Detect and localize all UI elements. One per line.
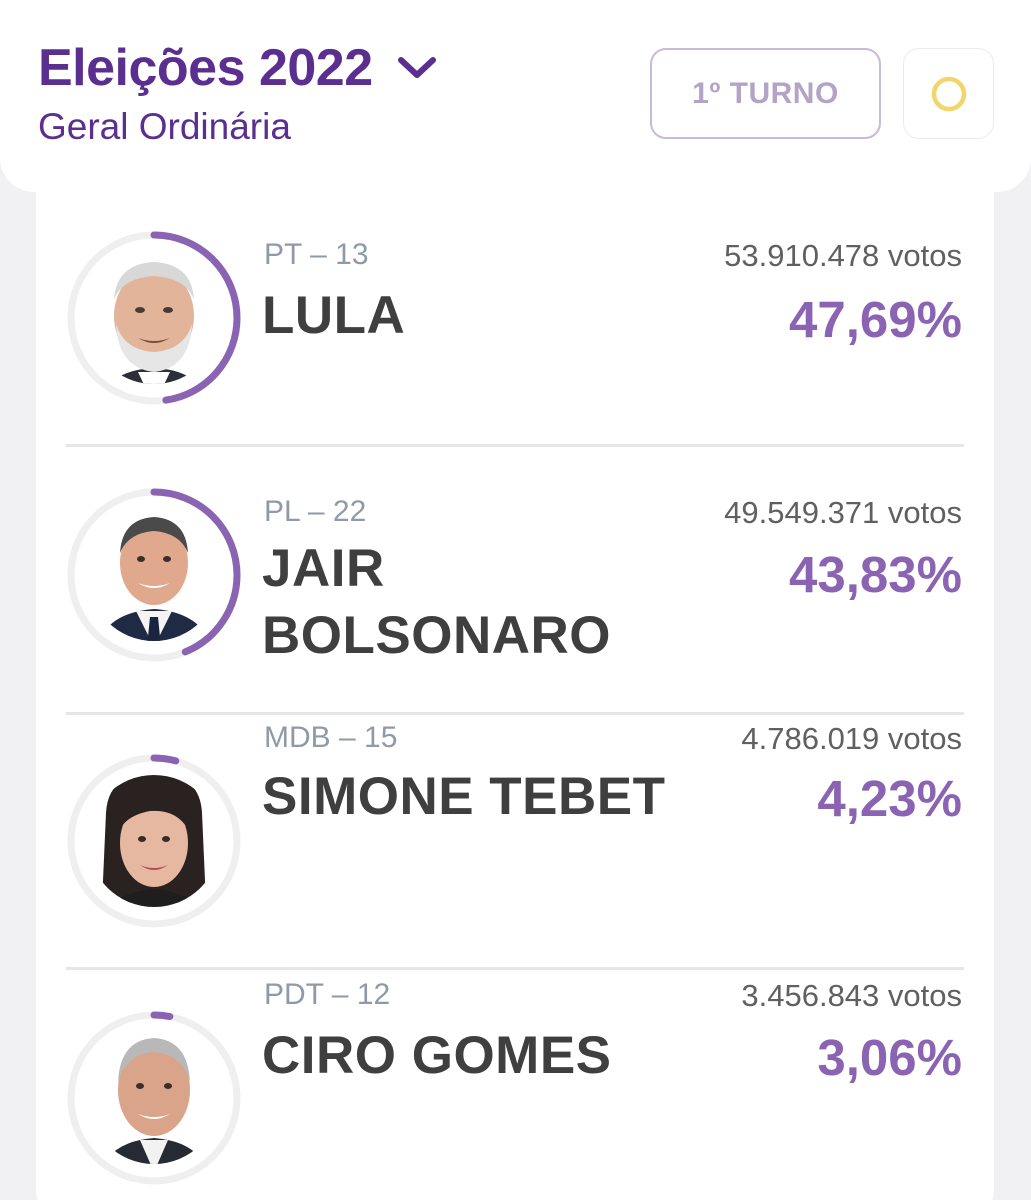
page-title[interactable]: Eleições 2022 <box>38 38 373 98</box>
candidate-row[interactable]: PL – 22 JAIR BOLSONARO 49.549.371 votos … <box>36 447 994 712</box>
lula-portrait <box>88 252 220 384</box>
round-button[interactable]: 1º TURNO <box>650 48 881 139</box>
candidate-percent: 3,06% <box>817 1029 962 1086</box>
candidate-party: PL – 22 <box>264 495 367 528</box>
candidate-party: PDT – 12 <box>264 978 391 1011</box>
candidate-avatar[interactable] <box>66 487 242 663</box>
candidate-row[interactable]: PT – 13 LULA 53.910.478 votos 47,69% <box>36 160 994 445</box>
circle-icon <box>931 76 966 111</box>
vote-share-ring <box>67 488 241 662</box>
ciro-portrait <box>88 1032 220 1164</box>
candidate-row[interactable]: MDB – 15 SIMONE TEBET 4.786.019 votos 4,… <box>36 715 994 965</box>
vote-share-ring <box>67 1011 241 1185</box>
header-bar: Eleições 2022 Geral Ordinária 1º TURNO <box>0 0 1031 192</box>
candidate-name: CIRO GOMES <box>262 1026 612 1085</box>
tebet-portrait <box>88 775 220 907</box>
candidate-name: SIMONE TEBET <box>262 767 666 826</box>
candidate-row[interactable]: PDT – 12 CIRO GOMES 3.456.843 votos 3,06… <box>36 970 994 1200</box>
results-card: PT – 13 LULA 53.910.478 votos 47,69% PL … <box>36 160 994 1200</box>
candidate-votes: 49.549.371 votos <box>724 495 962 530</box>
candidate-percent: 43,83% <box>789 546 962 603</box>
candidate-avatar[interactable] <box>66 753 242 929</box>
chevron-down-icon[interactable] <box>395 46 439 90</box>
candidate-votes: 4.786.019 votos <box>741 721 962 756</box>
status-button[interactable] <box>903 48 994 139</box>
vote-share-ring <box>67 754 241 928</box>
vote-share-ring <box>67 231 241 405</box>
candidate-percent: 4,23% <box>817 770 962 827</box>
candidate-party: PT – 13 <box>264 238 369 271</box>
bolsonaro-portrait <box>88 509 220 641</box>
candidate-avatar[interactable] <box>66 230 242 406</box>
candidate-avatar[interactable] <box>66 1010 242 1186</box>
election-subtitle: Geral Ordinária <box>38 106 291 147</box>
candidate-name: LULA <box>262 286 406 345</box>
candidate-votes: 53.910.478 votos <box>724 238 962 273</box>
election-selector[interactable]: Eleições 2022 <box>38 38 439 98</box>
candidate-name: JAIR BOLSONARO <box>262 539 611 665</box>
candidate-party: MDB – 15 <box>264 721 398 754</box>
candidate-votes: 3.456.843 votos <box>741 978 962 1013</box>
candidate-percent: 47,69% <box>789 291 962 348</box>
